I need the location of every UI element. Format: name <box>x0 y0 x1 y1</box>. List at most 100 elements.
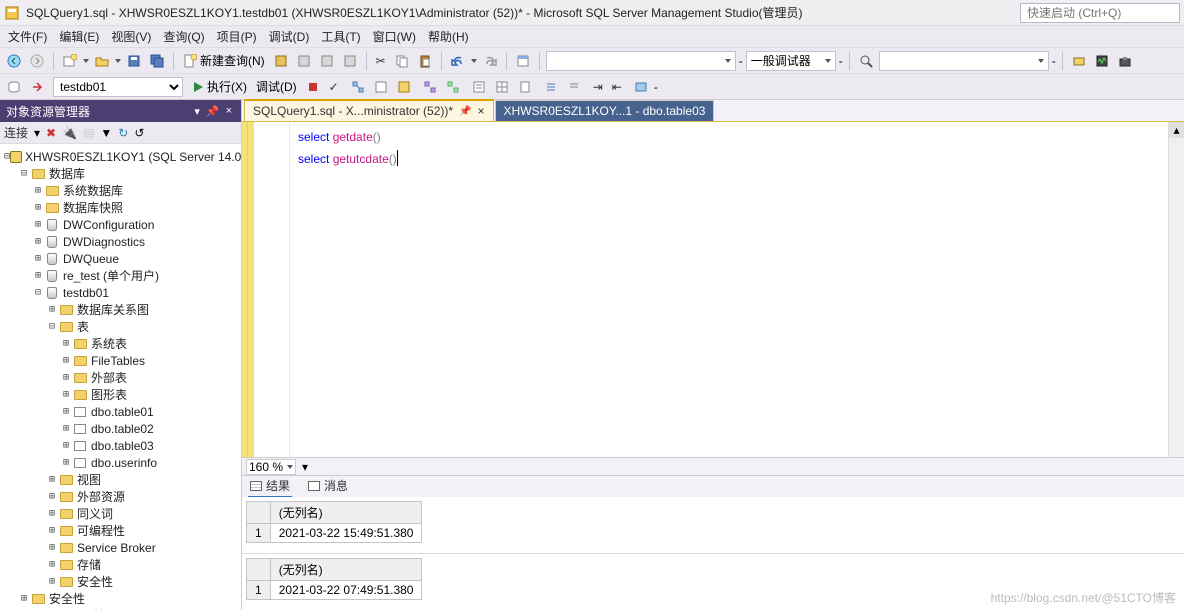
menu-debug[interactable]: 调试(D) <box>263 28 316 45</box>
tab-sqlquery1[interactable]: SQLQuery1.sql - X...ministrator (52))* 📌… <box>244 99 494 121</box>
query-options-icon[interactable] <box>371 77 391 97</box>
filetables-node[interactable]: FileTables <box>91 354 145 368</box>
engine-query-icon[interactable] <box>271 51 291 71</box>
dmx-query-icon[interactable] <box>317 51 337 71</box>
change-connection-icon[interactable] <box>27 77 47 97</box>
menu-query[interactable]: 查询(Q) <box>157 28 210 45</box>
dwdiag-node[interactable]: DWDiagnostics <box>63 235 145 249</box>
rownum-2[interactable]: 1 <box>247 581 271 600</box>
object-tree[interactable]: ⊟XHWSR0ESZL1KOY1 (SQL Server 14.0 ⊟数据库 ⊞… <box>0 144 241 610</box>
code-text[interactable]: select getdate() select getutcdate() <box>290 122 406 457</box>
menu-view[interactable]: 视图(V) <box>105 28 157 45</box>
panel-pin-icon[interactable]: 📌 <box>203 105 223 118</box>
outdent-icon[interactable]: ⇤ <box>609 77 625 97</box>
activity-monitor-icon[interactable] <box>1092 51 1112 71</box>
solution-config-combo[interactable] <box>546 51 736 71</box>
editor-scrollbar[interactable]: ▴ <box>1168 122 1184 457</box>
cell-getdate[interactable]: 2021-03-22 15:49:51.380 <box>270 524 422 543</box>
prog-node[interactable]: 可编程性 <box>77 522 125 539</box>
messages-tab[interactable]: 消息 <box>306 475 350 498</box>
table02-node[interactable]: dbo.table02 <box>91 422 154 436</box>
col-noname-2[interactable]: (无列名) <box>270 559 422 581</box>
menu-edit[interactable]: 编辑(E) <box>53 28 105 45</box>
scroll-up-icon[interactable]: ▴ <box>1169 122 1184 138</box>
diagrams-node[interactable]: 数据库关系图 <box>77 301 149 318</box>
redo-icon[interactable] <box>480 51 500 71</box>
tab-table03[interactable]: XHWSR0ESZL1KOY...1 - dbo.table03 <box>495 99 715 121</box>
table03-node[interactable]: dbo.table03 <box>91 439 154 453</box>
intellisense-icon[interactable] <box>394 77 414 97</box>
dwqueue-node[interactable]: DWQueue <box>63 252 119 266</box>
uncomment-icon[interactable] <box>564 77 584 97</box>
panel-dropdown-icon[interactable]: ▾ <box>191 105 203 118</box>
copy-icon[interactable] <box>392 51 412 71</box>
synonyms-node[interactable]: 同义词 <box>77 505 113 522</box>
undo-dd[interactable] <box>471 59 477 63</box>
databases-node[interactable]: 数据库 <box>49 165 85 182</box>
rownum-1[interactable]: 1 <box>247 524 271 543</box>
toolbox-icon[interactable] <box>1115 51 1135 71</box>
result-table-1[interactable]: (无列名) 12021-03-22 15:49:51.380 <box>246 501 422 543</box>
filter-icon[interactable]: ▼ <box>100 126 112 140</box>
open-button[interactable] <box>92 51 112 71</box>
actual-plan-icon[interactable] <box>420 77 440 97</box>
stop-icon[interactable] <box>303 77 323 97</box>
systables-node[interactable]: 系统表 <box>91 335 127 352</box>
paste-icon[interactable] <box>415 51 435 71</box>
new-query-button[interactable]: 新建查询(N) <box>180 51 268 70</box>
dwconfig-node[interactable]: DWConfiguration <box>63 218 154 232</box>
pin-icon[interactable]: 📌 <box>459 106 471 117</box>
quick-launch-input[interactable] <box>1020 3 1180 23</box>
security-srv-node[interactable]: 安全性 <box>49 590 85 607</box>
table01-node[interactable]: dbo.table01 <box>91 405 154 419</box>
results-file-icon[interactable] <box>515 77 535 97</box>
registered-servers-icon[interactable] <box>1069 51 1089 71</box>
zoom-combo[interactable]: 160 % <box>246 459 296 475</box>
execute-button[interactable]: 执行(X) <box>189 77 250 96</box>
refresh-icon[interactable]: ↻ <box>118 126 128 140</box>
nav-fwd-button[interactable] <box>27 51 47 71</box>
server-node[interactable]: XHWSR0ESZL1KOY1 (SQL Server 14.0 <box>25 150 241 164</box>
cell-getutcdate[interactable]: 2021-03-22 07:49:51.380 <box>270 581 422 600</box>
userinfo-node[interactable]: dbo.userinfo <box>91 456 157 470</box>
estimated-plan-icon[interactable] <box>348 77 368 97</box>
panel-close-icon[interactable]: × <box>223 105 235 117</box>
use-db-icon[interactable] <box>4 77 24 97</box>
testdb01-node[interactable]: testdb01 <box>63 286 109 300</box>
menu-help[interactable]: 帮助(H) <box>422 28 475 45</box>
save-all-button[interactable] <box>147 51 167 71</box>
menu-file[interactable]: 文件(F) <box>2 28 53 45</box>
code-editor[interactable]: select getdate() select getutcdate() <box>242 122 1168 457</box>
external-node[interactable]: 外部表 <box>91 369 127 386</box>
snapshots-node[interactable]: 数据库快照 <box>63 199 123 216</box>
retest-node[interactable]: re_test (单个用户) <box>63 267 159 284</box>
security-db-node[interactable]: 安全性 <box>77 573 113 590</box>
tables-node[interactable]: 表 <box>77 318 89 335</box>
cut-icon[interactable]: ✂ <box>373 51 389 71</box>
menu-window[interactable]: 窗口(W) <box>367 28 422 45</box>
storage-node[interactable]: 存储 <box>77 556 101 573</box>
connect-plug-icon[interactable]: 🔌 <box>62 126 77 140</box>
connect-label[interactable]: 连接 <box>4 124 28 141</box>
properties-icon[interactable] <box>513 51 533 71</box>
specify-values-icon[interactable] <box>631 77 651 97</box>
mdx-query-icon[interactable] <box>294 51 314 71</box>
menu-project[interactable]: 项目(P) <box>211 28 263 45</box>
parse-icon[interactable]: ✓ <box>326 77 342 97</box>
results-grid-icon[interactable] <box>492 77 512 97</box>
sysdb-node[interactable]: 系统数据库 <box>63 182 123 199</box>
open-dd[interactable] <box>115 59 121 63</box>
results-text-icon[interactable] <box>469 77 489 97</box>
save-button[interactable] <box>124 51 144 71</box>
extres-node[interactable]: 外部资源 <box>77 488 125 505</box>
indent-icon[interactable]: ⇥ <box>590 77 606 97</box>
comment-icon[interactable] <box>541 77 561 97</box>
results-tab[interactable]: 结果 <box>248 475 292 498</box>
graph-node[interactable]: 图形表 <box>91 386 127 403</box>
find-button[interactable] <box>856 51 876 71</box>
undo-icon[interactable] <box>448 51 468 71</box>
find-combo[interactable] <box>879 51 1049 71</box>
new-project-button[interactable] <box>60 51 80 71</box>
close-tab-icon[interactable]: × <box>478 104 485 118</box>
stop-refresh-icon[interactable]: ↺ <box>134 126 144 140</box>
